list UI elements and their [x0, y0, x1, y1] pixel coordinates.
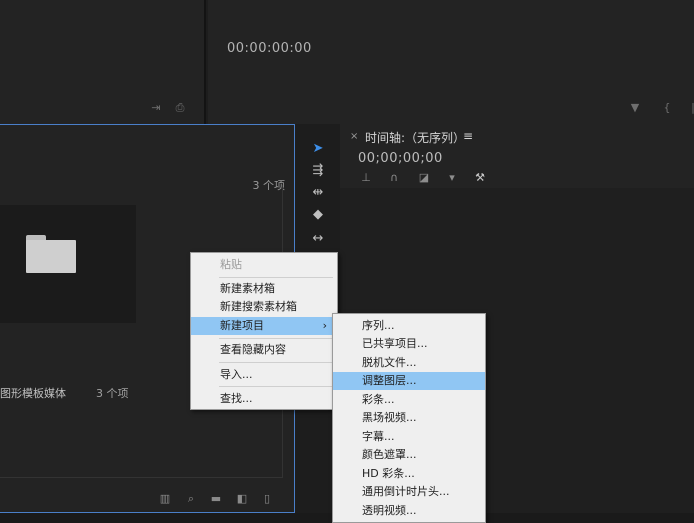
project-bottom-bar: ▥ ⌕ ▬ ◧ ▯	[0, 487, 294, 511]
marker-icon[interactable]: ▼	[628, 102, 642, 114]
wrench-icon[interactable]: ⚒	[473, 172, 487, 184]
context-menu: 粘贴 新建素材箱 新建搜索素材箱 新建项目 › 查看隐藏内容 导入... 查找.…	[190, 252, 338, 410]
submenu-arrow-icon: ›	[322, 319, 327, 332]
trash-icon[interactable]: ▯	[260, 493, 274, 505]
brace-left-icon[interactable]: {	[660, 102, 674, 114]
track-select-tool-icon[interactable]: ⇶	[305, 160, 331, 182]
new-item-submenu: 序列... 已共享项目... 脱机文件... 调整图层... 彩条... 黑场视…	[332, 313, 486, 523]
ripple-edit-tool-icon[interactable]: ⇹	[305, 182, 331, 204]
bin-item-count: 3 个项	[96, 387, 129, 400]
tools-panel: ➤ ⇶ ⇹ ◆ ↔	[305, 136, 331, 256]
razor-tool-icon[interactable]: ◆	[305, 204, 331, 226]
submenu-item-offline-file[interactable]: 脱机文件...	[333, 354, 485, 372]
timeline-title: 时间轴:（无序列）	[365, 131, 466, 145]
menu-item-view-hidden[interactable]: 查看隐藏内容	[191, 341, 337, 359]
menu-item-paste[interactable]: 粘贴	[191, 256, 337, 274]
program-monitor-panel: 00:00:00:00 ▼ { |	[208, 0, 694, 124]
menu-item-new-search-bin[interactable]: 新建搜索素材箱	[191, 298, 337, 316]
timeline-timecode[interactable]: 00;00;00;00	[358, 151, 443, 166]
new-bin-icon[interactable]: ▬	[209, 493, 223, 505]
bin-tile[interactable]: 图形模板媒体 3 个项	[0, 205, 136, 400]
submenu-item-transparent-video[interactable]: 透明视频...	[333, 502, 485, 520]
program-timecode[interactable]: 00:00:00:00	[227, 41, 312, 56]
snap-icon[interactable]: ⊥	[359, 172, 373, 184]
marker-icon[interactable]: ▾	[445, 172, 459, 184]
submenu-item-countdown[interactable]: 通用倒计时片头...	[333, 483, 485, 501]
submenu-item-sequence[interactable]: 序列...	[333, 317, 485, 335]
menu-item-find[interactable]: 查找...	[191, 390, 337, 408]
link-icon[interactable]: ∩	[387, 172, 401, 184]
menu-item-new-bin[interactable]: 新建素材箱	[191, 280, 337, 298]
menu-separator	[219, 386, 333, 387]
menu-item-new-item[interactable]: 新建项目 ›	[191, 317, 337, 335]
slip-tool-icon[interactable]: ↔	[305, 228, 331, 250]
submenu-item-black-video[interactable]: 黑场视频...	[333, 409, 485, 427]
menu-separator	[219, 338, 333, 339]
submenu-item-hd-bars[interactable]: HD 彩条...	[333, 465, 485, 483]
menu-separator	[219, 362, 333, 363]
export-frame-icon[interactable]: ⎙	[173, 102, 187, 114]
source-monitor-panel: ⇥ ⎙	[0, 0, 206, 124]
submenu-item-adjustment-layer[interactable]: 调整图层...	[333, 372, 485, 390]
panel-menu-icon[interactable]: ≡	[463, 129, 473, 143]
folder-icon	[26, 235, 76, 273]
menu-item-new-item-label: 新建项目	[220, 319, 264, 332]
close-icon[interactable]: ×	[350, 131, 358, 142]
freeform-view-icon[interactable]: ▥	[158, 493, 172, 505]
new-item-icon[interactable]: ◧	[235, 493, 249, 505]
insert-icon[interactable]: ⇥	[149, 102, 163, 114]
submenu-item-caption[interactable]: 字幕...	[333, 428, 485, 446]
submenu-item-shared-project[interactable]: 已共享项目...	[333, 335, 485, 353]
submenu-item-bars[interactable]: 彩条...	[333, 391, 485, 409]
pipe-icon[interactable]: |	[686, 102, 694, 114]
bin-name: 图形模板媒体	[0, 387, 66, 400]
timeline-tab[interactable]: × 时间轴:（无序列） ≡	[340, 128, 694, 146]
submenu-item-color-matte[interactable]: 颜色遮罩...	[333, 446, 485, 464]
menu-separator	[219, 277, 333, 278]
marker-add-icon[interactable]: ◪	[417, 172, 431, 184]
menu-item-import[interactable]: 导入...	[191, 366, 337, 384]
search-icon[interactable]: ⌕	[184, 493, 198, 505]
selection-tool-icon[interactable]: ➤	[305, 138, 331, 160]
